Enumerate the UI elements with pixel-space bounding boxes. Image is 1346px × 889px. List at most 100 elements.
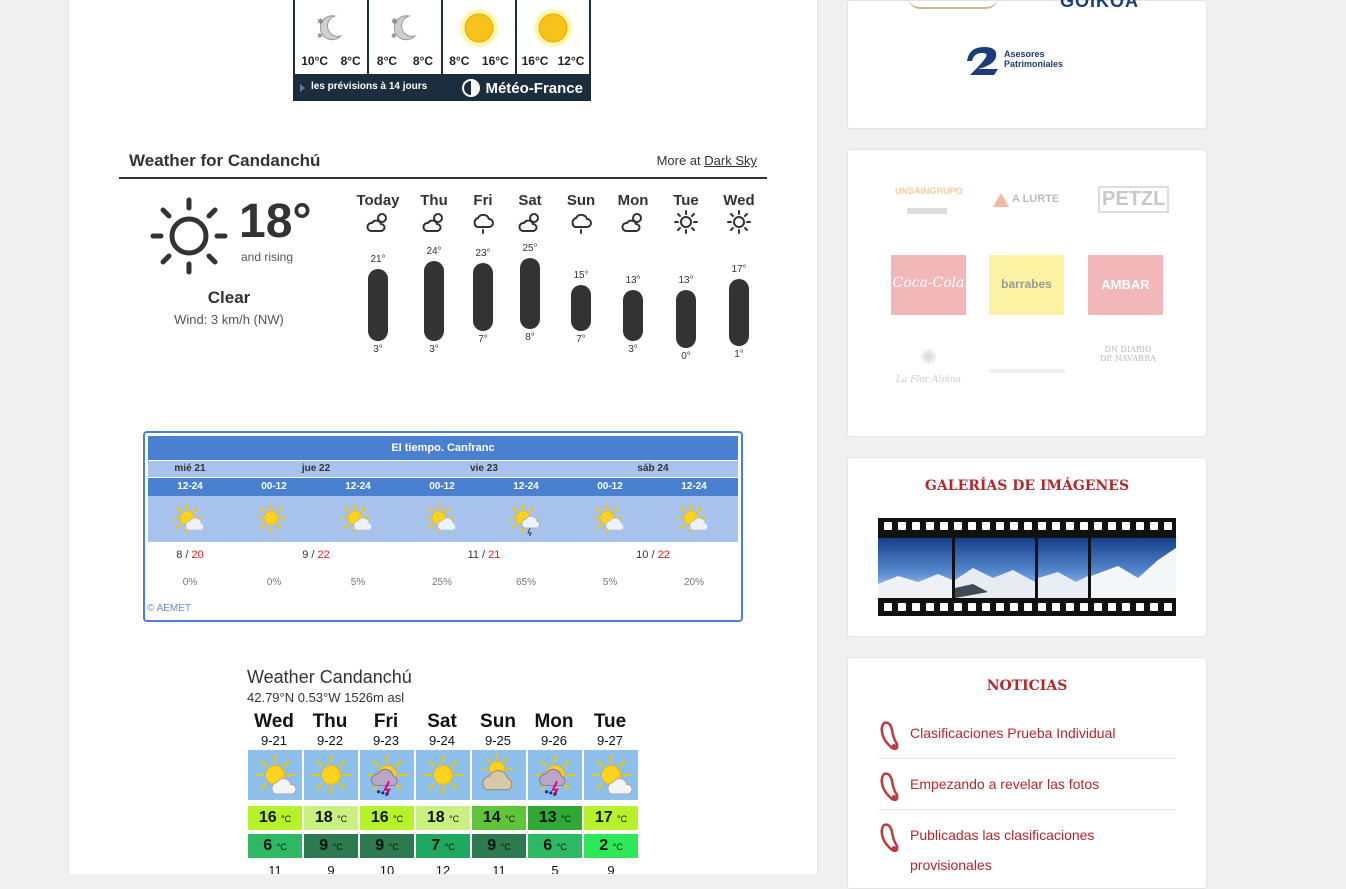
low-temp: 7° — [576, 334, 586, 346]
meteofrance-logo[interactable]: Météo-France — [462, 79, 583, 97]
barrabes-logo[interactable]: barrabes — [989, 255, 1064, 315]
high-temp: 23° — [475, 248, 491, 260]
asesores-logo[interactable]: Asesores Patrimoniales — [964, 43, 1084, 79]
alurte-text: A LURTE — [1012, 193, 1060, 205]
aemet-precip: 25% — [431, 577, 452, 588]
aemet-day: sáb 24 — [637, 463, 669, 474]
low-temp: 6 °C — [248, 834, 302, 858]
partly-cloudy-icon — [353, 209, 403, 235]
news-item[interactable]: Empezando a revelar las fotos — [878, 767, 1176, 810]
day-name: Sat — [427, 711, 457, 732]
news-item[interactable]: Publicadas las clasificaciones provision… — [878, 818, 1176, 888]
meteofrance-footer: les prévisions à 14 jours Météo-France — [293, 76, 591, 101]
wind-speed: 11 — [268, 863, 282, 874]
meteofrance-widget[interactable]: ✱ ✱ 10°C 8°C ✱ ✱ 8°C 8°C 8°C 16°C 16°C 1… — [293, 0, 591, 101]
unit: °C — [276, 842, 287, 852]
high-temp: 17° — [731, 264, 747, 276]
meteoblue-day: Fri 9-23 — [359, 711, 413, 748]
current-summary: Clear — [207, 288, 251, 307]
low-temp: 3° — [628, 343, 638, 355]
petzl-logo[interactable]: PETZL — [1094, 178, 1170, 238]
meteoblue-coordinates: 42.79°N 0.53°W 1526m asl — [247, 690, 405, 705]
sun-icon — [443, 8, 515, 48]
wind-speed: 5 — [551, 863, 559, 874]
high-temp: 21° — [370, 253, 386, 265]
forecast-day: Fri — [458, 192, 508, 235]
gallery-filmstrip[interactable] — [878, 518, 1176, 616]
temp-max: 22 — [657, 549, 670, 561]
script-mark — [990, 369, 1065, 373]
renault-mark — [907, 208, 947, 214]
day-name: Sun — [480, 711, 516, 732]
sun-icon — [150, 197, 228, 275]
day-name: Sat — [518, 192, 542, 209]
main-content: ✱ ✱ 10°C 8°C ✱ ✱ 8°C 8°C 8°C 16°C 16°C 1… — [68, 0, 818, 874]
aemet-day: vie 23 — [470, 463, 498, 474]
meteoblue-title: Weather Candanchú — [247, 667, 412, 687]
partly-cloudy-icon — [409, 209, 459, 235]
sun-icon — [517, 8, 589, 48]
temperature-range-bar — [623, 289, 643, 341]
aemet-copyright[interactable]: © AEMET — [147, 603, 191, 614]
sun-cloud-icon — [400, 503, 484, 541]
darksky-widget: Weather for Candanchú More at Dark Sky 1… — [119, 148, 767, 378]
forecast-day: Mon — [608, 192, 658, 235]
high-temp-value: 14 — [482, 809, 501, 826]
high-temp-value: 18 — [314, 809, 333, 826]
high-temp: 16 °C — [360, 806, 414, 830]
meteoblue-day: Sat 9-24 — [415, 711, 469, 748]
news-item[interactable]: Clasificaciones Prueba Individual — [878, 716, 1176, 759]
temp-min: 9 — [302, 549, 309, 561]
low-temp: 9 °C — [360, 834, 414, 858]
high-temp: 18 °C — [304, 806, 358, 830]
storm-icon — [528, 750, 582, 800]
temp-max: 8°C — [340, 54, 361, 68]
forecast-day: Thu — [409, 192, 459, 235]
low-temp-value: 9 — [319, 837, 329, 854]
unit: °C — [444, 842, 455, 852]
day-name: Wed — [723, 192, 755, 209]
sun-icon — [304, 750, 358, 800]
forecast-14-days-link[interactable]: les prévisions à 14 jours — [311, 81, 427, 92]
high-temp: 18 °C — [416, 806, 470, 830]
aemet-precip: 0% — [266, 577, 282, 588]
aemet-day: jue 22 — [301, 463, 331, 474]
meteoblue-day: Thu 9-22 — [303, 711, 357, 748]
ambar-logo[interactable]: AMBAR — [1088, 255, 1163, 315]
temp-max: 8°C — [412, 54, 434, 68]
sponsor-logo-partial[interactable] — [908, 0, 998, 9]
alurte-logo[interactable]: A LURTE — [990, 178, 1065, 238]
storm-icon — [360, 750, 414, 800]
day-date: 9-21 — [260, 733, 288, 748]
aemet-widget[interactable]: El tiempo. Canfranc mié 21 jue 22 vie 23… — [143, 431, 743, 622]
meteoblue-widget[interactable]: Weather Candanchú 42.79°N 0.53°W 1526m a… — [247, 667, 647, 874]
sun-storm-icon — [484, 503, 568, 541]
play-arrow-icon — [300, 84, 305, 92]
meteofrance-brand: Météo-France — [485, 79, 583, 97]
unsain-logo[interactable]: UNSAINGRUPO — [891, 178, 966, 238]
diario-navarra-logo[interactable]: DN DIARIO DE NAVARRA — [1098, 345, 1173, 405]
sponsor-logo-script[interactable] — [990, 345, 1065, 405]
temp-max: 12°C — [557, 54, 585, 68]
forecast-day: Today — [353, 192, 403, 235]
low-temp: 7 °C — [416, 834, 470, 858]
wind-speed: 11 — [492, 863, 506, 874]
news-item-label: Publicadas las clasificaciones — [910, 827, 1095, 843]
goikoa-logo[interactable]: GOIKOA — [1060, 0, 1139, 12]
aemet-period: 12-24 — [345, 481, 371, 492]
low-temp: 9 °C — [472, 834, 526, 858]
aemet-day: mié 21 — [174, 463, 206, 474]
aemet-periods-row: 12-24 00-12 12-24 00-12 12-24 00-12 12-24 — [148, 478, 738, 496]
cocacola-logo[interactable]: Coca-Cola — [891, 255, 966, 315]
laflor-logo[interactable]: ✺ La Flor Alpina — [891, 345, 966, 405]
aemet-period: 00-12 — [261, 481, 287, 492]
darksky-link[interactable]: Dark Sky — [704, 153, 757, 168]
wind-speed: 9 — [607, 863, 615, 874]
aemet-precip: 5% — [350, 577, 366, 588]
unit: °C — [556, 842, 567, 852]
sun-cloud-icon — [568, 503, 652, 541]
temp-min: 11 — [467, 549, 479, 561]
day-date: 9-23 — [372, 733, 400, 748]
temp-min: 8°C — [449, 54, 470, 68]
day-name: Sun — [566, 192, 596, 209]
